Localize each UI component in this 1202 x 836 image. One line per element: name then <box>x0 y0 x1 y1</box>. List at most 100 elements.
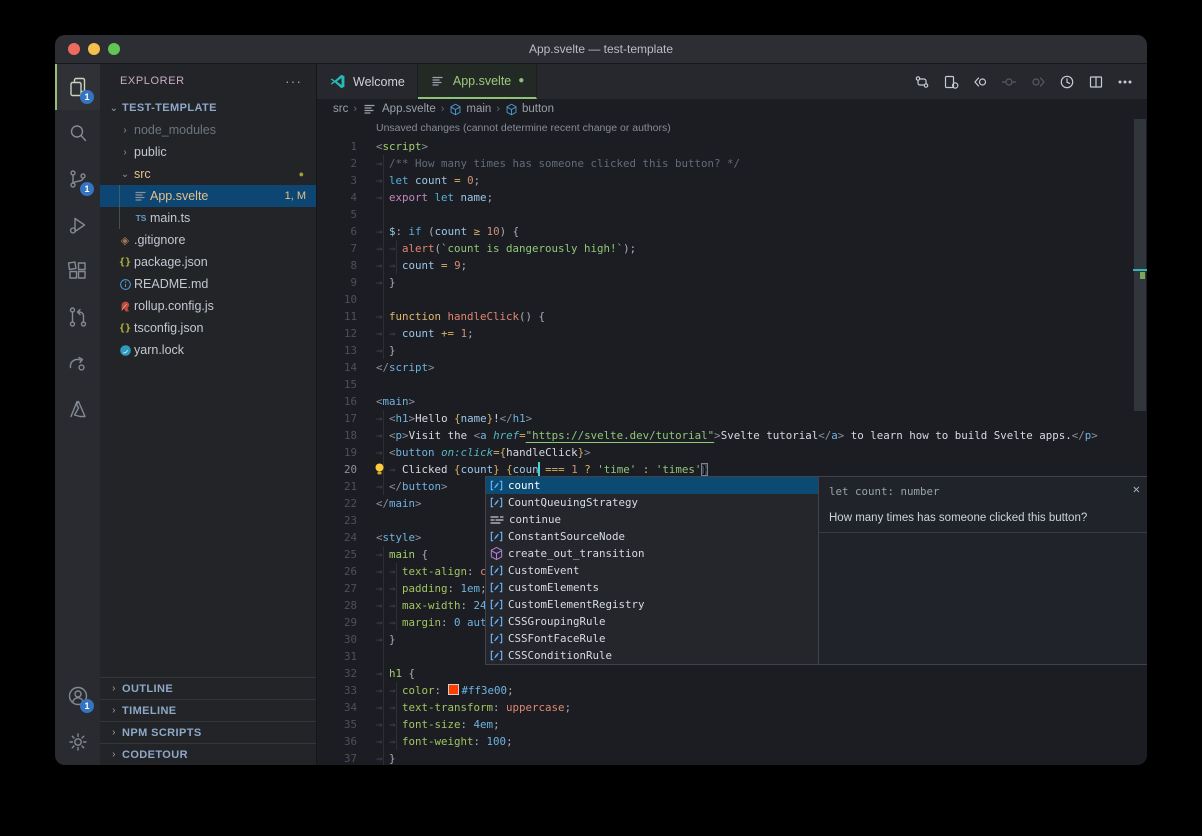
code-line-2[interactable]: 2→ /** How many times has someone clicke… <box>317 155 1147 172</box>
suggestion-cssfontfacerule[interactable]: CSSFontFaceRule <box>486 630 818 647</box>
code-line-36[interactable]: 36→ → font-weight: 100; <box>317 733 1147 750</box>
suggestion-create_out_transition[interactable]: create_out_transition <box>486 545 818 562</box>
line-number: 19 <box>317 444 357 461</box>
code-line-14[interactable]: 14</script> <box>317 359 1147 376</box>
code-line-33[interactable]: 33→ → color: #ff3e00; <box>317 682 1147 699</box>
line-number: 15 <box>317 376 357 393</box>
tree-item-node-modules[interactable]: ›node_modules <box>100 119 316 141</box>
codelens-unsaved-changes[interactable]: Unsaved changes (cannot determine recent… <box>317 119 1147 138</box>
code-line-19[interactable]: 19→ <button on:click={handleClick}> <box>317 444 1147 461</box>
code-line-9[interactable]: 9→ } <box>317 274 1147 291</box>
activity-search[interactable] <box>55 110 100 156</box>
activity-accounts[interactable]: 1 <box>55 673 100 719</box>
activity-extensions[interactable] <box>55 248 100 294</box>
tree-item-main.ts[interactable]: TSmain.ts <box>100 207 316 229</box>
section-timeline[interactable]: ›TIMELINE <box>100 699 316 721</box>
tab-app-svelte[interactable]: App.svelte ● <box>418 64 537 99</box>
scrollbar-thumb[interactable] <box>1134 119 1146 411</box>
activity-azure[interactable] <box>55 386 100 432</box>
suggestion-count[interactable]: count <box>486 477 818 494</box>
tree-item-yarn.lock[interactable]: yarn.lock <box>100 339 316 361</box>
action-file-history[interactable] <box>1059 74 1075 90</box>
tree-item-package.json[interactable]: {}package.json <box>100 251 316 273</box>
code-line-12[interactable]: 12→ → count += 1; <box>317 325 1147 342</box>
suggestion-countqueuingstrategy[interactable]: CountQueuingStrategy <box>486 494 818 511</box>
code-editor[interactable]: Unsaved changes (cannot determine recent… <box>317 119 1147 765</box>
indent-guide <box>383 546 384 765</box>
tree-item-readme.md[interactable]: README.md <box>100 273 316 295</box>
tab-welcome[interactable]: Welcome <box>317 64 418 99</box>
views-and-more-actions-button[interactable]: ··· <box>285 73 302 89</box>
lightbulb-icon[interactable] <box>374 463 385 476</box>
project-root-item[interactable]: ⌄ TEST-TEMPLATE <box>100 97 316 119</box>
code-line-32[interactable]: 32→ h1 { <box>317 665 1147 682</box>
activity-settings[interactable] <box>55 719 100 765</box>
code-line-7[interactable]: 7→ → alert(`count is dangerously high!`)… <box>317 240 1147 257</box>
code-line-3[interactable]: 3→ let count = 0; <box>317 172 1147 189</box>
info-file-icon <box>116 278 134 291</box>
breadcrumb-app.svelte[interactable]: App.svelte <box>362 101 436 117</box>
suggestion-cssconditionrule[interactable]: CSSConditionRule <box>486 647 818 664</box>
tree-item-rollup.config.js[interactable]: rollup.config.js <box>100 295 316 317</box>
indent-guide <box>396 563 397 631</box>
scrollbar[interactable] <box>1133 119 1147 765</box>
code-line-5[interactable]: 5 <box>317 206 1147 223</box>
code-line-15[interactable]: 15 <box>317 376 1147 393</box>
code-line-16[interactable]: 16<main> <box>317 393 1147 410</box>
file-lines-icon <box>362 101 378 117</box>
line-number: 18 <box>317 427 357 444</box>
activity-source-control[interactable]: 1 <box>55 156 100 202</box>
tree-item-app.svelte[interactable]: App.svelte1, M <box>100 185 316 207</box>
action-next-change[interactable] <box>1030 74 1046 90</box>
code-line-35[interactable]: 35→ → font-size: 4em; <box>317 716 1147 733</box>
suggestion-customelementregistry[interactable]: CustomElementRegistry <box>486 596 818 613</box>
code-line-8[interactable]: 8→ → count = 9; <box>317 257 1147 274</box>
action-back-change[interactable] <box>972 74 988 90</box>
code-line-34[interactable]: 34→ → text-transform: uppercase; <box>317 699 1147 716</box>
rollup-file-icon <box>116 300 134 313</box>
code-line-18[interactable]: 18→ <p>Visit the <a href="https://svelte… <box>317 427 1147 444</box>
suggestion-continue[interactable]: continue <box>486 511 818 528</box>
color-swatch[interactable] <box>448 684 459 695</box>
code-line-17[interactable]: 17→ <h1>Hello {name}!</h1> <box>317 410 1147 427</box>
tree-item-public[interactable]: ›public <box>100 141 316 163</box>
code-line-37[interactable]: 37→ } <box>317 750 1147 765</box>
code-line-1[interactable]: 1<script> <box>317 138 1147 155</box>
title-bar[interactable]: App.svelte — test-template <box>55 35 1147 64</box>
code-line-4[interactable]: 4→ export let name; <box>317 189 1147 206</box>
code-line-13[interactable]: 13→ } <box>317 342 1147 359</box>
activity-run-debug[interactable] <box>55 202 100 248</box>
action-more-actions[interactable] <box>1117 74 1133 90</box>
line-number: 2 <box>317 155 357 172</box>
section-outline[interactable]: ›OUTLINE <box>100 677 316 699</box>
action-split-editor[interactable] <box>1088 74 1104 90</box>
code-line-6[interactable]: 6→ $: if (count ≥ 10) { <box>317 223 1147 240</box>
line-number: 5 <box>317 206 357 223</box>
tree-item-tsconfig.json[interactable]: {}tsconfig.json <box>100 317 316 339</box>
code-line-10[interactable]: 10 <box>317 291 1147 308</box>
action-previous-change[interactable] <box>1001 74 1017 90</box>
close-icon[interactable]: ✕ <box>1133 483 1140 495</box>
line-number: 4 <box>317 189 357 206</box>
suggestion-customevent[interactable]: CustomEvent <box>486 562 818 579</box>
breadcrumb-button[interactable]: button <box>505 103 554 116</box>
section-npm-scripts[interactable]: ›NPM SCRIPTS <box>100 721 316 743</box>
action-compare-changes[interactable] <box>914 74 930 90</box>
breadcrumb-main[interactable]: main <box>449 103 491 116</box>
activity-explorer[interactable]: 1 <box>55 64 100 110</box>
section-codetour[interactable]: ›CODETOUR <box>100 743 316 765</box>
tree-item-src[interactable]: ⌄src● <box>100 163 316 185</box>
breadcrumb-src[interactable]: src <box>333 103 348 115</box>
editor-actions <box>914 64 1147 99</box>
action-open-changes[interactable] <box>943 74 959 90</box>
line-number: 25 <box>317 546 357 563</box>
activity-pull-requests[interactable] <box>55 294 100 340</box>
suggestion-customelements[interactable]: customElements <box>486 579 818 596</box>
suggestion-constantsourcenode[interactable]: ConstantSourceNode <box>486 528 818 545</box>
code-line-11[interactable]: 11→ function handleClick() { <box>317 308 1147 325</box>
activity-live-share[interactable] <box>55 340 100 386</box>
suggestion-cssgroupingrule[interactable]: CSSGroupingRule <box>486 613 818 630</box>
line-number: 14 <box>317 359 357 376</box>
indent-guide <box>396 682 397 750</box>
tree-item-.gitignore[interactable]: ◈.gitignore <box>100 229 316 251</box>
